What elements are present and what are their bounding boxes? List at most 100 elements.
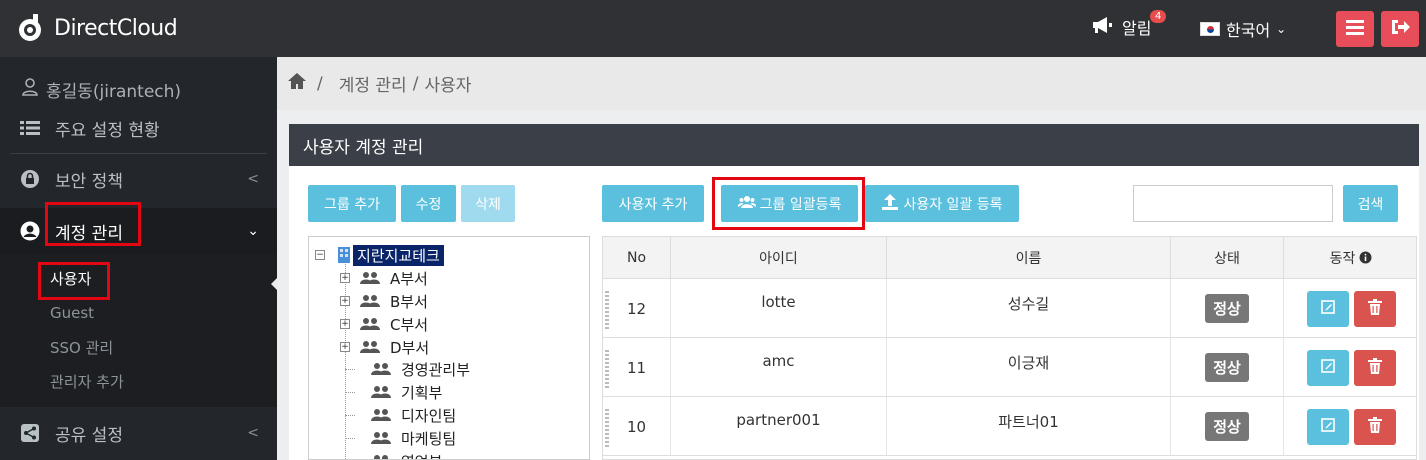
tree-node-label: 경영관리부 xyxy=(401,360,471,379)
status-badge: 정상 xyxy=(1205,412,1249,441)
column-header-status[interactable]: 상태 xyxy=(1171,237,1284,279)
column-header-id[interactable]: 아이디 xyxy=(671,237,887,279)
tree-node[interactable]: 마케팅팀 xyxy=(345,427,456,449)
column-header-action: 동작 xyxy=(1284,237,1416,279)
tree-branch-line xyxy=(345,414,355,416)
sidebar-item-label: 공유 설정 xyxy=(55,425,123,446)
tree-node[interactable]: 영업부 xyxy=(345,450,442,459)
expand-icon[interactable]: + xyxy=(340,342,350,352)
sidebar-item-label: 보안 정책 xyxy=(55,171,123,192)
tree-branch-line xyxy=(345,391,355,393)
trash-icon xyxy=(1367,416,1382,437)
breadcrumb-item[interactable]: 계정 관리 xyxy=(339,71,407,96)
sidebar-subitem-sso[interactable]: SSO 관리 xyxy=(50,337,113,358)
cell-action xyxy=(1284,397,1416,456)
table-row[interactable]: 11 amc 이긍재 정상 xyxy=(603,338,1416,397)
user-table: No 아이디 이름 상태 동작 12 lotte 성수길 정상 11 amc 이… xyxy=(602,236,1417,460)
chevron-down-icon: ⌄ xyxy=(1276,22,1287,36)
cell-status: 정상 xyxy=(1171,279,1284,338)
sidebar-user[interactable]: 홍길동(jirantech) xyxy=(22,77,181,102)
tree-branch-line xyxy=(345,368,355,370)
tree-node[interactable]: 기획부 xyxy=(345,381,442,403)
highlight-box xyxy=(45,202,141,246)
edit-user-button[interactable] xyxy=(1306,290,1349,327)
column-header-name[interactable]: 이름 xyxy=(887,237,1171,279)
delete-user-button[interactable] xyxy=(1353,349,1396,386)
upload-icon xyxy=(881,193,899,215)
group-add-button[interactable]: 그룹 추가 xyxy=(308,185,396,222)
search-input[interactable] xyxy=(1133,185,1333,222)
highlight-box xyxy=(38,262,110,300)
edit-user-button[interactable] xyxy=(1306,349,1349,386)
logo[interactable]: DirectCloud xyxy=(16,12,178,44)
cell-status: 정상 xyxy=(1171,338,1284,397)
tree-node[interactable]: + D부서 xyxy=(340,336,429,358)
logout-button[interactable] xyxy=(1381,11,1419,47)
hamburger-icon xyxy=(1346,19,1364,39)
share-icon xyxy=(19,422,41,444)
tree-node-label: 디자인팀 xyxy=(401,406,457,425)
user-bulk-register-button[interactable]: 사용자 일괄 등록 xyxy=(865,185,1019,222)
home-icon[interactable] xyxy=(287,72,307,95)
user-add-button[interactable]: 사용자 추가 xyxy=(602,185,704,222)
cell-id: partner001 xyxy=(671,397,887,456)
cell-name: 이긍재 xyxy=(887,338,1171,397)
edit-group-button[interactable]: 수정 xyxy=(401,185,456,222)
tree-node[interactable]: 디자인팀 xyxy=(345,404,456,426)
group-icon xyxy=(360,317,380,331)
delete-user-button[interactable] xyxy=(1353,408,1396,445)
tree-root[interactable]: − 지란지교테크 xyxy=(315,244,444,266)
cell-name: 파트너01 xyxy=(887,397,1171,456)
expand-icon[interactable]: + xyxy=(340,319,350,329)
alarm-count-badge: 4 xyxy=(1150,10,1167,23)
collapse-icon[interactable]: − xyxy=(315,250,325,260)
tree-branch-line xyxy=(345,437,355,439)
tree-node[interactable]: 경영관리부 xyxy=(345,358,470,380)
panel-title: 사용자 계정 관리 xyxy=(289,124,1419,166)
status-badge: 정상 xyxy=(1205,353,1249,382)
group-icon xyxy=(371,454,391,459)
list-icon xyxy=(19,117,41,139)
table-row[interactable]: 12 lotte 성수길 정상 xyxy=(603,279,1416,338)
logo-text: DirectCloud xyxy=(54,15,178,41)
sidebar-item-share[interactable]: 공유 설정 < xyxy=(0,413,277,453)
menu-button[interactable] xyxy=(1336,11,1374,47)
tree-node-label: 마케팅팀 xyxy=(401,429,457,448)
search-button[interactable]: 검색 xyxy=(1343,185,1398,222)
group-icon xyxy=(371,385,391,399)
sidebar-subitem-admin-add[interactable]: 관리자 추가 xyxy=(50,371,124,392)
group-icon xyxy=(360,271,380,285)
breadcrumb: / 계정 관리 / 사용자 xyxy=(277,57,1426,110)
breadcrumb-separator: / xyxy=(317,73,323,94)
tree-node[interactable]: + C부서 xyxy=(340,313,428,335)
sidebar-item-label: 주요 설정 현황 xyxy=(55,120,160,141)
tree-node-label: C부서 xyxy=(390,315,429,334)
tree-root-label: 지란지교테크 xyxy=(353,244,444,266)
status-badge: 정상 xyxy=(1205,294,1249,323)
delete-group-button[interactable]: 삭제 xyxy=(461,185,515,222)
user-name: 홍길동(jirantech) xyxy=(46,82,182,102)
info-icon[interactable] xyxy=(1359,251,1372,264)
department-tree: − 지란지교테크 + A부서 + B부서 + C부서 + D부서 경영관리부 기… xyxy=(308,236,590,460)
sidebar-item-security[interactable]: 보안 정책 < xyxy=(0,159,277,199)
column-header-no[interactable]: No xyxy=(603,237,671,279)
table-row[interactable]: 10 partner001 파트너01 정상 xyxy=(603,397,1416,456)
sidebar-item-dashboard[interactable]: 주요 설정 현황 xyxy=(0,108,277,148)
tree-node[interactable]: + B부서 xyxy=(340,290,428,312)
alarm-button[interactable]: 알림 4 xyxy=(1092,10,1167,39)
trash-icon xyxy=(1367,298,1382,319)
expand-icon[interactable]: + xyxy=(340,273,350,283)
lock-icon xyxy=(19,168,41,190)
alarm-label: 알림 xyxy=(1122,19,1152,38)
tree-node[interactable]: + A부서 xyxy=(340,267,428,289)
edit-icon xyxy=(1320,417,1335,436)
edit-user-button[interactable] xyxy=(1306,408,1349,445)
language-dropdown[interactable]: 한국어 ⌄ xyxy=(1200,17,1286,41)
expand-icon[interactable]: + xyxy=(340,296,350,306)
language-label: 한국어 xyxy=(1226,21,1271,40)
group-icon xyxy=(371,408,391,422)
sidebar-subitem-guest[interactable]: Guest xyxy=(50,304,94,322)
delete-user-button[interactable] xyxy=(1353,290,1396,327)
user-bulk-label: 사용자 일괄 등록 xyxy=(903,196,1003,213)
cell-id: lotte xyxy=(671,279,887,338)
